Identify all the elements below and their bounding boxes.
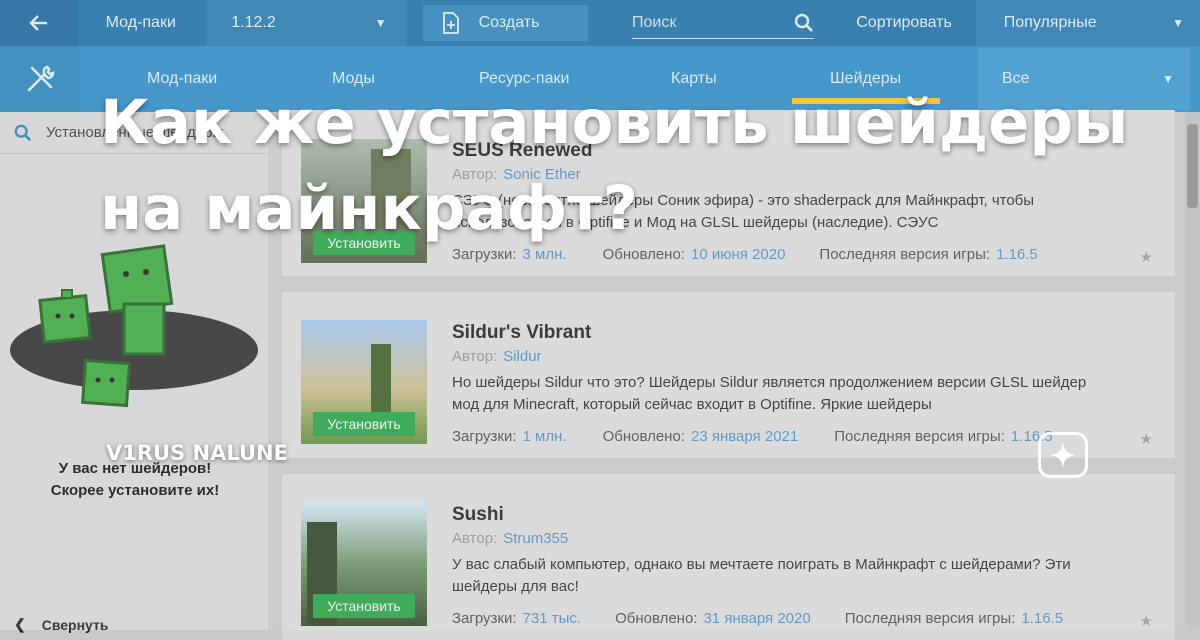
article-headline: Как же установить шейдеры на майнкрафт? xyxy=(100,87,1129,244)
sparkle-icon xyxy=(1049,441,1077,469)
zen-logo-icon xyxy=(1038,432,1088,478)
channel-name: V1RUS NALUNE xyxy=(106,441,288,465)
launcher-window: Мод-паки 1.12.2 ▼ Создать Поиск Сортиров… xyxy=(0,0,1200,640)
